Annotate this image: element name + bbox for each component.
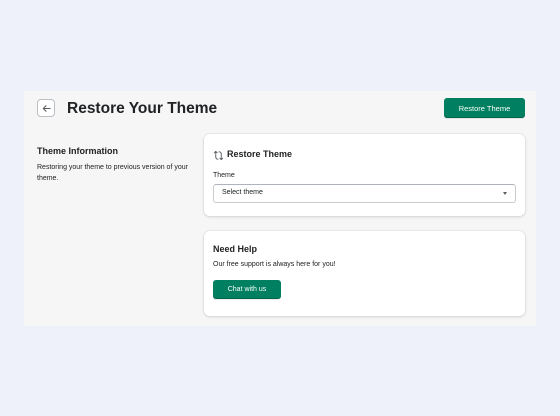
chevron-down-icon xyxy=(503,192,507,195)
need-help-card: Need Help Our free support is always her… xyxy=(204,231,525,316)
restore-theme-card: Restore Theme Theme Select theme xyxy=(204,134,525,216)
theme-field-label: Theme xyxy=(213,172,235,179)
theme-information-heading: Theme Information xyxy=(37,146,119,156)
restore-arrows-icon xyxy=(213,150,224,161)
restore-theme-card-title: Restore Theme xyxy=(227,149,293,159)
theme-information-description: Restoring your theme to previous version… xyxy=(37,164,188,182)
restore-theme-button[interactable]: Restore Theme xyxy=(444,98,525,118)
page-title: Restore Your Theme xyxy=(67,100,218,117)
arrow-left-icon xyxy=(42,104,51,112)
back-button[interactable] xyxy=(37,99,55,117)
need-help-description: Our free support is always here for you! xyxy=(213,261,336,268)
chat-with-us-button[interactable]: Chat with us xyxy=(213,280,281,299)
theme-select-value: Select theme xyxy=(222,189,263,196)
need-help-title: Need Help xyxy=(213,244,258,254)
theme-select[interactable]: Select theme xyxy=(213,184,516,203)
